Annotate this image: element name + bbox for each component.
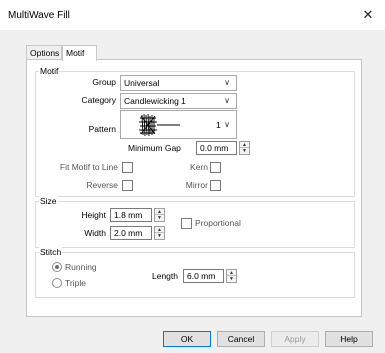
- motif-group: Motif Group Universal ∨ Category Candlew…: [35, 66, 355, 197]
- group-select[interactable]: Universal ∨: [120, 75, 237, 91]
- size-group: Size Height 1.8 mm ▲ ▼ Width 2.0 mm ▲ ▼ …: [35, 196, 355, 248]
- height-input[interactable]: 1.8 mm: [110, 208, 152, 222]
- running-label: Running: [65, 262, 97, 272]
- spin-down-icon[interactable]: ▼: [155, 215, 164, 221]
- width-spinner[interactable]: ▲ ▼: [154, 226, 165, 240]
- length-spinner[interactable]: ▲ ▼: [226, 269, 237, 283]
- mirror-checkbox[interactable]: [210, 180, 221, 191]
- size-group-title: Size: [39, 196, 58, 206]
- group-label: Group: [92, 77, 116, 87]
- motif-group-title: Motif: [39, 66, 60, 76]
- stitch-group: Stitch Running Triple Length 6.0 mm ▲ ▼: [35, 247, 355, 298]
- height-label: Height: [81, 210, 106, 220]
- tab-options-label: Options: [30, 48, 60, 58]
- help-button[interactable]: Help: [325, 331, 373, 347]
- reverse-label: Reverse: [86, 180, 118, 190]
- category-label: Category: [81, 95, 117, 105]
- width-value: 2.0 mm: [114, 228, 143, 238]
- min-gap-spinner[interactable]: ▲ ▼: [239, 141, 250, 155]
- length-input[interactable]: 6.0 mm: [183, 269, 224, 283]
- tab-motif-label: Motif: [66, 48, 85, 58]
- cancel-button[interactable]: Cancel: [217, 331, 265, 347]
- tab-motif[interactable]: Motif: [62, 45, 97, 61]
- window-title: MultiWave Fill: [8, 10, 70, 21]
- motif-tab-panel: Motif Group Universal ∨ Category Candlew…: [26, 59, 362, 317]
- proportional-checkbox[interactable]: [181, 218, 192, 229]
- proportional-label: Proportional: [195, 218, 241, 228]
- kern-label: Kern: [190, 162, 208, 172]
- pattern-select[interactable]: 1 ∨: [120, 110, 237, 139]
- close-icon[interactable]: ✕: [351, 0, 385, 30]
- chevron-down-icon: ∨: [224, 78, 230, 87]
- kern-checkbox[interactable]: [210, 162, 221, 173]
- length-label: Length: [152, 271, 178, 281]
- reverse-checkbox[interactable]: [122, 180, 133, 191]
- triple-label: Triple: [65, 278, 86, 288]
- pattern-number: 1: [216, 120, 221, 130]
- ok-button[interactable]: OK: [163, 331, 211, 347]
- stitch-group-title: Stitch: [39, 247, 63, 257]
- category-select-value: Candlewicking 1: [124, 96, 186, 106]
- group-select-value: Universal: [124, 78, 160, 88]
- spin-down-icon[interactable]: ▼: [227, 276, 236, 282]
- min-gap-label: Minimum Gap: [128, 143, 181, 153]
- fit-motif-label: Fit Motif to Line: [59, 162, 118, 172]
- spin-down-icon[interactable]: ▼: [155, 233, 164, 239]
- tab-options[interactable]: Options: [26, 45, 62, 60]
- length-value: 6.0 mm: [187, 271, 216, 281]
- height-value: 1.8 mm: [114, 210, 143, 220]
- min-gap-input[interactable]: 0.0 mm: [196, 141, 237, 155]
- apply-button: Apply: [271, 331, 319, 347]
- width-input[interactable]: 2.0 mm: [110, 226, 152, 240]
- height-spinner[interactable]: ▲ ▼: [154, 208, 165, 222]
- candlewick-motif-icon: [139, 113, 180, 137]
- running-radio[interactable]: [52, 262, 62, 272]
- mirror-label: Mirror: [185, 180, 208, 190]
- pattern-label: Pattern: [88, 124, 116, 134]
- chevron-down-icon: ∨: [224, 96, 230, 105]
- triple-radio[interactable]: [52, 278, 62, 288]
- width-label: Width: [84, 228, 106, 238]
- spin-down-icon[interactable]: ▼: [240, 148, 249, 154]
- category-select[interactable]: Candlewicking 1 ∨: [120, 93, 237, 109]
- chevron-down-icon: ∨: [224, 120, 230, 129]
- fit-motif-checkbox[interactable]: [122, 162, 133, 173]
- title-bar: MultiWave Fill ✕: [0, 0, 385, 30]
- min-gap-value: 0.0 mm: [200, 143, 229, 153]
